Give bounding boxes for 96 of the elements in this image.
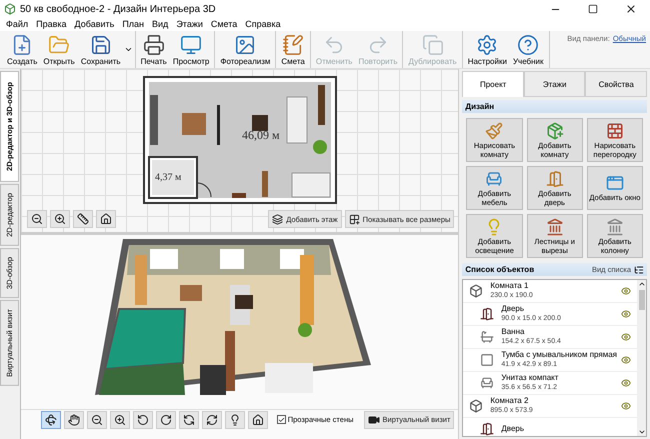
door-icon[interactable] bbox=[546, 170, 564, 188]
grid-plus-icon[interactable] bbox=[348, 214, 360, 224]
menu-item[interactable]: Правка bbox=[32, 18, 71, 31]
toolbar-button[interactable]: Учебник bbox=[510, 31, 547, 68]
lightbulb-button[interactable] bbox=[224, 410, 245, 428]
rotate-right-button[interactable] bbox=[156, 410, 176, 428]
toolbar-button[interactable]: Смета bbox=[278, 31, 308, 68]
toolbar-button[interactable]: Фотореализм bbox=[217, 31, 274, 68]
caret-icon[interactable] bbox=[124, 45, 133, 54]
menu-item[interactable]: План bbox=[118, 18, 148, 31]
help-icon[interactable] bbox=[517, 34, 540, 56]
eye-icon[interactable] bbox=[621, 401, 631, 411]
bathtub-icon bbox=[480, 330, 494, 344]
toolbar-button[interactable]: Настройки bbox=[464, 31, 510, 68]
rotate-left-button[interactable] bbox=[132, 410, 153, 428]
scroll-down-icon[interactable] bbox=[638, 428, 646, 436]
orbit-right-icon[interactable] bbox=[206, 414, 218, 426]
brick-wall-icon[interactable] bbox=[606, 122, 624, 140]
menu-item[interactable]: Этажи bbox=[172, 18, 207, 31]
home-icon[interactable] bbox=[100, 213, 112, 225]
ruler-button[interactable] bbox=[72, 210, 93, 228]
hand-icon[interactable] bbox=[68, 414, 80, 426]
app-icon bbox=[4, 3, 16, 15]
save-icon[interactable] bbox=[90, 34, 112, 56]
menu-item[interactable]: Добавить bbox=[70, 18, 118, 31]
object-name: Дверь bbox=[501, 424, 526, 434]
box-plus-icon[interactable] bbox=[546, 122, 564, 140]
toolbar-button[interactable]: Просмотр bbox=[170, 31, 212, 68]
lightbulb-icon[interactable] bbox=[228, 414, 241, 426]
object-name: Тумба с умывальником прямая bbox=[501, 350, 617, 360]
orbit-right-button[interactable] bbox=[202, 410, 222, 428]
section-title: Список объектов bbox=[465, 265, 534, 274]
scroll-up-icon[interactable] bbox=[638, 280, 646, 288]
object-name: Унитаз компакт bbox=[501, 373, 560, 383]
rotate-left-icon[interactable] bbox=[136, 414, 149, 426]
window-icon[interactable] bbox=[606, 174, 624, 192]
home-button[interactable] bbox=[96, 210, 116, 228]
room-area-label: 4,37 м bbox=[154, 172, 181, 183]
door-icon bbox=[480, 422, 494, 436]
layers-icon[interactable] bbox=[272, 214, 284, 224]
armchair-icon[interactable] bbox=[485, 170, 504, 188]
scrollbar-thumb[interactable] bbox=[638, 290, 644, 310]
toolbar-button[interactable]: Сохранить bbox=[78, 31, 124, 68]
eye-icon[interactable] bbox=[621, 309, 631, 319]
object-name: Дверь bbox=[501, 304, 526, 314]
menu-item[interactable]: Файл bbox=[2, 18, 32, 31]
close-icon[interactable] bbox=[625, 3, 637, 15]
panel-tab[interactable]: Этажи bbox=[524, 71, 586, 97]
zoom-out-button[interactable] bbox=[86, 410, 107, 428]
toolbar-button[interactable]: Печать bbox=[138, 31, 170, 68]
object-name: Ванна bbox=[501, 327, 526, 337]
eye-icon[interactable] bbox=[621, 355, 631, 365]
zoom-out-icon[interactable] bbox=[30, 213, 43, 225]
zoom-in-icon[interactable] bbox=[114, 414, 126, 426]
settings-icon[interactable] bbox=[476, 34, 498, 56]
picture-icon[interactable] bbox=[234, 34, 256, 56]
toolbar-button[interactable]: Открыть bbox=[40, 31, 78, 68]
scrollbar[interactable] bbox=[637, 280, 646, 436]
maximize-icon[interactable] bbox=[588, 4, 598, 14]
home-button[interactable] bbox=[248, 410, 268, 428]
toolbar-button[interactable]: Создать bbox=[4, 31, 40, 68]
panel-tab[interactable]: Свойства bbox=[585, 71, 647, 97]
zoom-out-icon[interactable] bbox=[90, 414, 103, 426]
section-title: Дизайн bbox=[465, 102, 494, 111]
panel-tab[interactable]: Проект bbox=[462, 71, 524, 97]
object-name: Комната 2 bbox=[490, 396, 530, 406]
home-icon[interactable] bbox=[252, 414, 264, 426]
rotate-right-icon[interactable] bbox=[160, 414, 172, 426]
menu-item[interactable]: Справка bbox=[241, 18, 285, 31]
eye-icon[interactable] bbox=[621, 332, 631, 342]
menu-item[interactable]: Смета bbox=[206, 18, 242, 31]
zoom-out-button[interactable] bbox=[26, 210, 47, 228]
notebook-icon[interactable] bbox=[282, 34, 304, 56]
orbit-left-icon[interactable] bbox=[182, 414, 195, 426]
rotate-3d-icon[interactable] bbox=[44, 414, 57, 426]
room-icon bbox=[469, 284, 484, 298]
window-title: 50 кв свободное-2 - Дизайн Интерьера 3D bbox=[20, 4, 217, 14]
monitor-icon[interactable] bbox=[180, 34, 202, 56]
object-name: Комната 1 bbox=[490, 281, 530, 291]
list-view-icon[interactable] bbox=[634, 264, 644, 274]
zoom-in-icon[interactable] bbox=[54, 213, 66, 225]
orbit-left-button[interactable] bbox=[178, 410, 199, 428]
hand-button[interactable] bbox=[64, 410, 84, 428]
eye-icon[interactable] bbox=[621, 286, 631, 296]
ruler-icon[interactable] bbox=[76, 213, 89, 225]
zoom-in-button[interactable] bbox=[110, 410, 130, 428]
rotate-3d-button[interactable] bbox=[40, 410, 61, 428]
column-icon[interactable] bbox=[606, 218, 624, 236]
door-icon bbox=[480, 307, 494, 321]
eye-icon[interactable] bbox=[621, 378, 631, 388]
room-icon bbox=[469, 399, 484, 413]
menu-item[interactable]: Вид bbox=[148, 18, 172, 31]
printer-icon[interactable] bbox=[142, 34, 165, 56]
room-area-label: 46,09 м bbox=[242, 128, 280, 142]
video-camera-icon[interactable] bbox=[368, 414, 380, 426]
zoom-in-button[interactable] bbox=[50, 210, 70, 228]
